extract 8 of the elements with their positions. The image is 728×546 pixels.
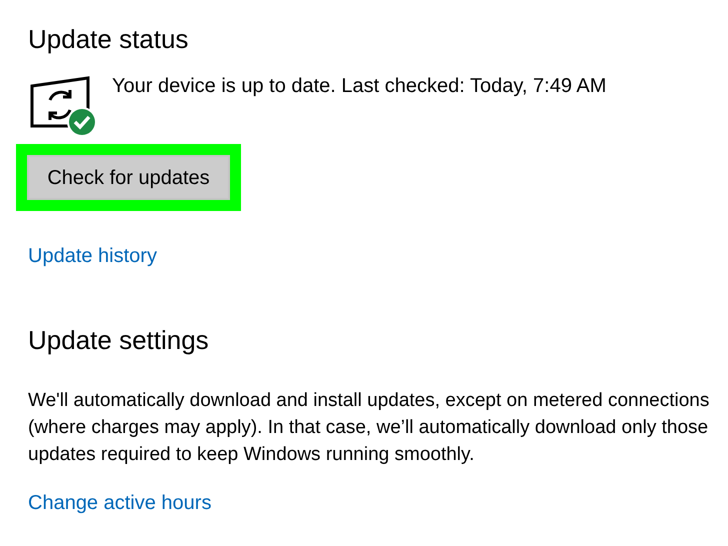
settings-description: We'll automatically download and install updates, except on metered connections (where charges may apply). In that case, we’ll automatically download only those updates required to keep Windows running smoothly. — [28, 389, 710, 467]
update-history-link[interactable]: Update history — [28, 241, 157, 271]
section-title: Update status — [28, 23, 188, 56]
active-hours-link[interactable]: Change active hours — [28, 488, 212, 518]
status-message: Your device is up to date. Last checked: Today, 7:49 AM — [112, 74, 606, 98]
section-title: Update settings — [28, 324, 209, 357]
check-updates-button[interactable]: Check for updates — [27, 155, 230, 200]
sync-check-icon — [28, 76, 98, 138]
